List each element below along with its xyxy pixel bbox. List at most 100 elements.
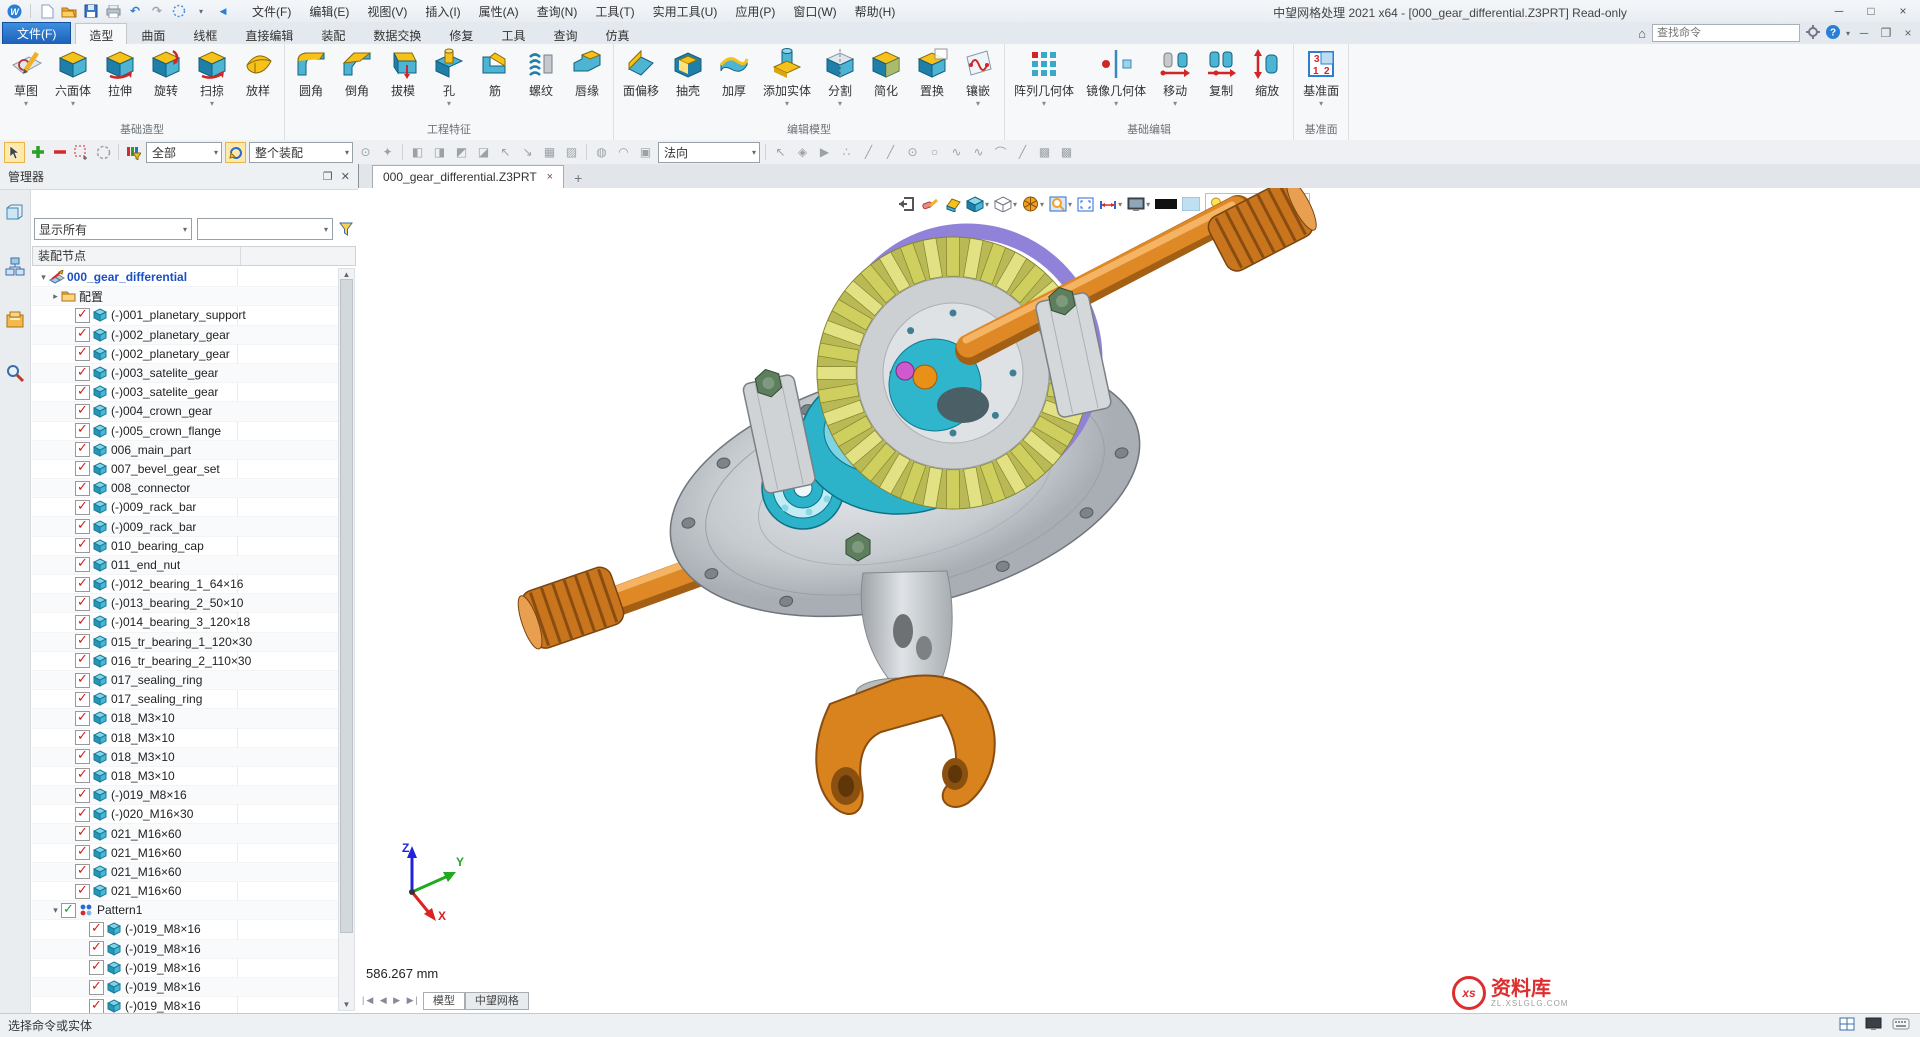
tree-row-15[interactable]: ✓011_end_nut <box>32 556 338 575</box>
tree-row-27[interactable]: ✓(-)019_M8×16 <box>32 786 338 805</box>
tree-checkbox[interactable]: ✓ <box>89 980 104 995</box>
image-b-icon[interactable]: ▨ <box>562 143 581 162</box>
lip-button[interactable]: 唇缘 <box>564 44 610 119</box>
pick-cursor-icon[interactable] <box>4 142 25 163</box>
tree-checkbox[interactable]: ✓ <box>75 442 90 457</box>
tree-checkbox[interactable]: ✓ <box>75 826 90 841</box>
tree-checkbox[interactable]: ✓ <box>75 807 90 822</box>
tree-checkbox[interactable]: ✓ <box>75 845 90 860</box>
marquee-select-icon[interactable] <box>72 143 91 162</box>
copy-button[interactable]: 复制 <box>1198 44 1244 119</box>
tree-checkbox[interactable]: ✓ <box>89 960 104 975</box>
tree-row-18[interactable]: ✓(-)014_bearing_3_120×18 <box>32 613 338 632</box>
menu-item-5[interactable]: 查询(N) <box>528 1 587 22</box>
snap-face2-icon[interactable]: ▩ <box>1057 143 1076 162</box>
status-keyboard-icon[interactable] <box>1892 1018 1910 1033</box>
redo-icon[interactable]: ↷ <box>149 3 165 19</box>
scope-combo[interactable]: 整个装配▾ <box>249 142 353 163</box>
tree-checkbox[interactable]: ✓ <box>61 903 76 918</box>
snap-curve-icon[interactable]: ∿ <box>947 143 966 162</box>
qat-collapse-icon[interactable]: ◀ <box>215 3 231 19</box>
tree-row-25[interactable]: ✓018_M3×10 <box>32 748 338 767</box>
tree-checkbox[interactable]: ✓ <box>75 634 90 649</box>
tree-row-33[interactable]: ▾✓Pattern1 <box>32 901 338 920</box>
tree-checkbox[interactable]: ✓ <box>75 577 90 592</box>
panel-close-icon[interactable]: ✕ <box>341 170 350 183</box>
tree-checkbox[interactable]: ✓ <box>89 922 104 937</box>
thread-button[interactable]: 螺纹 <box>518 44 564 119</box>
rib-button[interactable]: 筋 <box>472 44 518 119</box>
tree-row-16[interactable]: ✓(-)012_bearing_1_64×16 <box>32 575 338 594</box>
offset-button[interactable]: 面偏移 <box>617 44 665 119</box>
tree-row-31[interactable]: ✓021_M16×60 <box>32 863 338 882</box>
cap-icon[interactable]: ◠ <box>614 143 633 162</box>
ribbon-tab-2[interactable]: 线框 <box>179 23 231 44</box>
gear-differential-model[interactable] <box>358 188 1920 1013</box>
ribbon-tab-7[interactable]: 工具 <box>487 23 539 44</box>
tree-checkbox[interactable]: ✓ <box>75 884 90 899</box>
minimize-button[interactable]: ─ <box>1828 4 1850 18</box>
print-icon[interactable] <box>105 3 121 19</box>
tree-checkbox[interactable]: ✓ <box>75 653 90 668</box>
doc-restore-button[interactable]: ❐ <box>1878 26 1894 40</box>
target-icon[interactable]: ⊙ <box>356 143 375 162</box>
menu-item-10[interactable]: 帮助(H) <box>846 1 905 22</box>
tree-row-32[interactable]: ✓021_M16×60 <box>32 882 338 901</box>
home-icon[interactable]: ⌂ <box>1638 26 1646 41</box>
ribbon-tab-4[interactable]: 装配 <box>307 23 359 44</box>
snap-face-icon[interactable]: ▩ <box>1035 143 1054 162</box>
tree-row-2[interactable]: ✓(-)001_planetary_support <box>32 306 338 325</box>
tree-row-34[interactable]: ✓(-)019_M8×16 <box>32 920 338 939</box>
sheet-tab-0[interactable]: 模型 <box>423 992 465 1010</box>
tree-checkbox[interactable]: ✓ <box>75 461 90 476</box>
sketch-button[interactable]: 草图▾ <box>3 44 49 119</box>
tree-checkbox[interactable]: ✓ <box>75 596 90 611</box>
ribbon-tab-1[interactable]: 曲面 <box>127 23 179 44</box>
new-file-icon[interactable] <box>39 3 55 19</box>
find-tab-icon[interactable] <box>5 363 25 388</box>
tree-row-1[interactable]: ▸配置 <box>32 287 338 306</box>
snap-center-icon[interactable]: ⊙ <box>903 143 922 162</box>
tree-checkbox[interactable]: ✓ <box>89 999 104 1013</box>
tree-checkbox[interactable]: ✓ <box>75 481 90 496</box>
tree-row-35[interactable]: ✓(-)019_M8×16 <box>32 940 338 959</box>
tree-checkbox[interactable]: ✓ <box>75 788 90 803</box>
file-menu-button[interactable]: 文件(F) <box>2 22 71 44</box>
snap-line2-icon[interactable]: ╱ <box>881 143 900 162</box>
menu-item-0[interactable]: 文件(F) <box>243 1 300 22</box>
chamfer-button[interactable]: 倒角 <box>334 44 380 119</box>
tree-checkbox[interactable]: ✓ <box>75 711 90 726</box>
tree-checkbox[interactable]: ✓ <box>75 768 90 783</box>
qat-dropdown-icon[interactable]: ▾ <box>193 3 209 19</box>
tree-checkbox[interactable]: ✓ <box>75 366 90 381</box>
maximize-button[interactable]: □ <box>1860 4 1882 18</box>
remove-selection-icon[interactable] <box>50 143 69 162</box>
tree-row-36[interactable]: ✓(-)019_M8×16 <box>32 959 338 978</box>
tree-checkbox[interactable]: ✓ <box>75 730 90 745</box>
tree-row-10[interactable]: ✓007_bevel_gear_set <box>32 460 338 479</box>
snap-line-icon[interactable]: ╱ <box>859 143 878 162</box>
tree-checkbox[interactable]: ✓ <box>75 385 90 400</box>
tree-row-24[interactable]: ✓018_M3×10 <box>32 729 338 748</box>
ribbon-tab-6[interactable]: 修复 <box>435 23 487 44</box>
save-icon[interactable] <box>83 3 99 19</box>
tree-row-20[interactable]: ✓016_tr_bearing_2_110×30 <box>32 652 338 671</box>
tree-row-29[interactable]: ✓021_M16×60 <box>32 824 338 843</box>
mirror-button[interactable]: 镜像几何体▾ <box>1080 44 1152 119</box>
tree-row-12[interactable]: ✓(-)009_rack_bar <box>32 498 338 517</box>
pattern-button[interactable]: 阵列几何体▾ <box>1008 44 1080 119</box>
tree-row-21[interactable]: ✓017_sealing_ring <box>32 671 338 690</box>
sweep-button[interactable]: 扫掠▾ <box>189 44 235 119</box>
tree-row-30[interactable]: ✓021_M16×60 <box>32 844 338 863</box>
tree-expand-icon[interactable]: ▸ <box>50 291 61 302</box>
tree-row-37[interactable]: ✓(-)019_M8×16 <box>32 978 338 997</box>
tree-row-13[interactable]: ✓(-)009_rack_bar <box>32 517 338 536</box>
open-file-icon[interactable] <box>61 3 77 19</box>
normal-circle-icon[interactable]: ◍ <box>592 143 611 162</box>
emboss-button[interactable]: 镶嵌▾ <box>955 44 1001 119</box>
document-tab-close-icon[interactable]: × <box>547 171 553 183</box>
snap-points-icon[interactable]: ∴ <box>837 143 856 162</box>
3d-viewport[interactable]: ▾▾▾▾▾▾Layer0000▾ <box>358 188 1920 1013</box>
tree-row-3[interactable]: ✓(-)002_planetary_gear <box>32 326 338 345</box>
tree-row-8[interactable]: ✓(-)005_crown_flange <box>32 422 338 441</box>
